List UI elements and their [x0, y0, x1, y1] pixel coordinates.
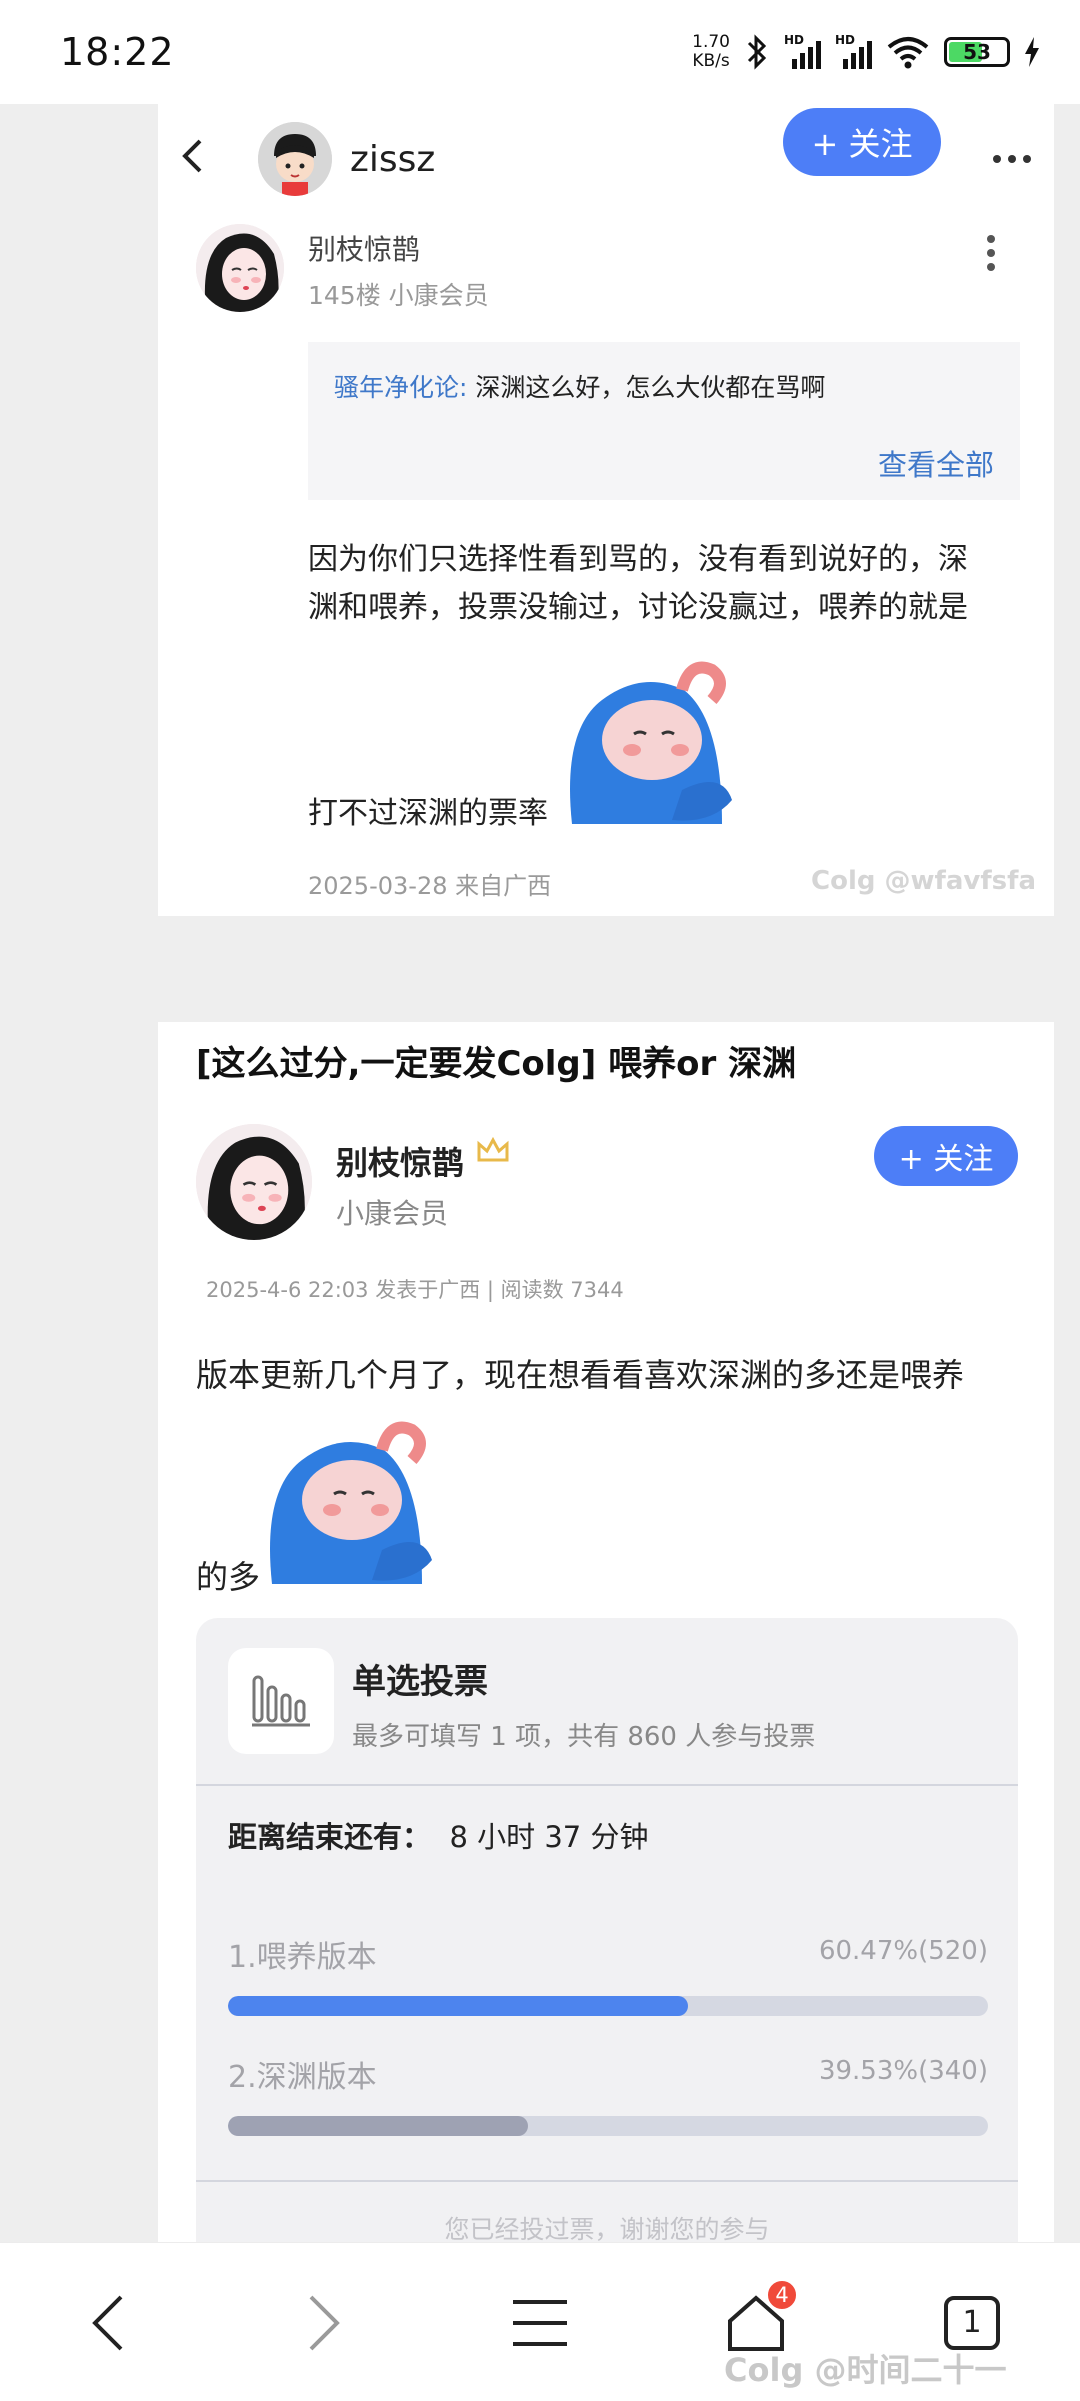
blue-mascot-sticker: [562, 660, 738, 824]
divider: [196, 1784, 1018, 1786]
chevron-left-icon: [92, 2295, 123, 2350]
reply-more-button[interactable]: [986, 234, 996, 272]
post-title: [这么过分,一定要发Colg] 喂养or 深渊: [196, 1044, 797, 1084]
top-nav-bar: zissz + 关注: [158, 104, 1054, 214]
poll-option-bar: [228, 1996, 688, 2016]
poll-option-result: 60.47%(520): [818, 1936, 988, 1966]
nav-forward-button[interactable]: [264, 2243, 384, 2401]
more-button[interactable]: [992, 128, 1032, 174]
status-icons: 1.70 KB/s HD HD 53: [692, 33, 1040, 71]
nav-back-button[interactable]: [48, 2243, 168, 2401]
menu-icon: [513, 2299, 567, 2346]
sticker-image-icon: [570, 661, 732, 824]
clock: 18:22: [60, 30, 175, 74]
already-voted-text: 您已经投过票，谢谢您的参与: [444, 2215, 770, 2244]
nav-menu-button[interactable]: [480, 2243, 600, 2401]
reply-card: 别枝惊鹊 145楼 小康会员 骚年净化论: 深渊这么好，怎么大伙都在骂啊 查看全…: [158, 214, 1054, 916]
wifi-icon: [887, 37, 929, 69]
divider: [196, 2180, 1018, 2182]
post-meta: 2025-4-6 22:03 发表于广西 | 阅读数 7344: [206, 1278, 624, 1302]
poll-option-bar: [228, 2116, 529, 2136]
quote-text: 深渊这么好，怎么大伙都在骂啊: [467, 373, 826, 402]
bluetooth-icon: [747, 34, 767, 70]
reply-avatar[interactable]: [196, 224, 284, 312]
post-follow-button[interactable]: + 关注: [874, 1126, 1018, 1186]
chevron-right-icon: [309, 2295, 340, 2350]
watermark: Colg @时间二十一: [724, 2351, 1007, 2389]
net-speed: 1.70 KB/s: [692, 32, 730, 71]
author-avatar[interactable]: [258, 122, 332, 196]
poll-option-label: 1.喂养版本: [228, 1940, 377, 1975]
poll-option[interactable]: 1.喂养版本 60.47%(520): [228, 1932, 988, 2016]
poll-countdown: 距离结束还有： 8 小时 37 分钟: [228, 1820, 649, 1854]
anime-girl-avatar-icon: [196, 224, 284, 312]
reply-username[interactable]: 别枝惊鹊: [308, 228, 420, 268]
quote-author[interactable]: 骚年净化论:: [334, 373, 467, 402]
anime-girl-avatar-icon: [196, 1124, 312, 1240]
reply-meta: 2025-03-28 来自广西: [308, 872, 552, 900]
post-content-last-line: 的多: [196, 1558, 261, 1596]
reply-body-last-line: 打不过深渊的票率: [308, 796, 548, 831]
status-bar: 18:22 1.70 KB/s HD HD 53: [0, 0, 1080, 104]
poll-option-result: 39.53%(340): [818, 2056, 988, 2086]
poll-option-track: [228, 2116, 988, 2136]
charging-icon: [1025, 37, 1039, 67]
sticker-image-icon: [270, 1421, 432, 1584]
poll-card: 单选投票 最多可填写 1 项，共有 860 人参与投票 距离结束还有： 8 小时…: [196, 1618, 1018, 2258]
bar-chart-icon: [228, 1648, 334, 1754]
more-horizontal-icon: [993, 155, 1031, 163]
signal-2-icon: HD: [835, 33, 872, 69]
tabs-count: 1: [944, 2295, 1000, 2350]
battery-icon: 53: [944, 37, 1010, 67]
poll-subtitle: 最多可填写 1 项，共有 860 人参与投票: [352, 1722, 816, 1752]
crown-icon: [476, 1136, 510, 1170]
back-button[interactable]: [180, 134, 240, 185]
notification-badge: 4: [766, 2279, 798, 2311]
post-author-avatar[interactable]: [196, 1124, 312, 1240]
post-card: [这么过分,一定要发Colg] 喂养or 深渊 别枝惊鹊 小康会员 + 关注 2…: [158, 1022, 1054, 2258]
post-author-rank: 小康会员: [336, 1197, 449, 1230]
reply-floor-rank: 145楼 小康会员: [308, 281, 489, 310]
poll-title: 单选投票: [352, 1662, 488, 1702]
browser-bottom-bar: 4 1 Colg @时间二十一: [0, 2242, 1080, 2401]
poll-option-track: [228, 1996, 988, 2016]
chevron-left-icon: [182, 139, 202, 172]
watermark: Colg @wfavfsfa: [811, 866, 1036, 896]
reply-body: 因为你们只选择性看到骂的，没有看到说好的，深 渊和喂养，投票没输过，讨论没赢过，…: [308, 542, 968, 625]
cartoon-avatar-icon: [258, 122, 332, 196]
poll-option[interactable]: 2.深渊版本 39.53%(340): [228, 2052, 988, 2136]
poll-option-label: 2.深渊版本: [228, 2060, 377, 2095]
blue-mascot-sticker: [262, 1420, 438, 1584]
follow-button[interactable]: + 关注: [783, 108, 941, 176]
quoted-reply: 骚年净化论: 深渊这么好，怎么大伙都在骂啊 查看全部: [308, 342, 1020, 500]
more-vertical-icon: [987, 235, 995, 271]
author-username[interactable]: zissz: [350, 139, 435, 180]
post-author-username[interactable]: 别枝惊鹊: [336, 1138, 464, 1184]
signal-1-icon: HD: [784, 33, 821, 69]
post-content: 版本更新几个月了，现在想看看喜欢深渊的多还是喂养: [196, 1356, 965, 1394]
see-all-link[interactable]: 查看全部: [878, 442, 994, 484]
